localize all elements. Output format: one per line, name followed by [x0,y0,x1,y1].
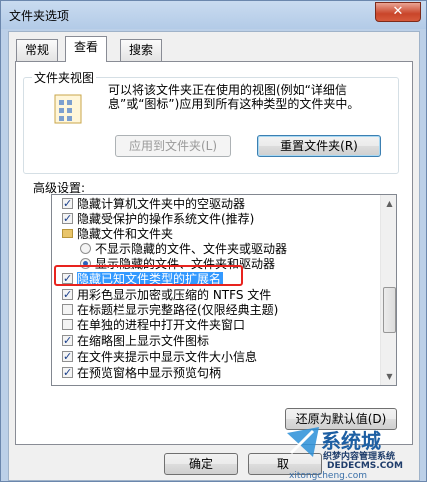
item-label: 在单独的进程中打开文件夹窗口 [77,318,246,332]
annotation-highlight-box [54,265,243,286]
vertical-scrollbar[interactable]: ▲ ▼ [380,195,396,385]
checkbox-checked-icon[interactable] [62,365,73,380]
watermark-url: xitongcheng.com [289,471,367,481]
item-label: 在标题栏显示完整路径(仅限经典主题) [77,303,279,317]
item-label: 隐藏文件和文件夹 [77,227,174,241]
item-label: 隐藏受保护的操作系统文件(推荐) [77,212,255,226]
tree-item[interactable]: 用彩色显示加密或压缩的 NTFS 文件 [62,287,272,303]
checkbox-checked-icon[interactable] [62,211,73,226]
scrollbar-thumb[interactable] [383,287,396,333]
item-label: 在预览窗格中显示预览句柄 [77,366,222,380]
folder-view-icon [54,94,82,124]
folder-view-title: 文件夹视图 [32,69,97,86]
watermark-domain: DEDECMS.COM [327,461,403,471]
checkbox-checked-icon[interactable] [62,196,73,211]
ok-button[interactable]: 确定 [164,453,238,475]
folder-icon [62,229,73,238]
item-label: 隐藏计算机文件夹中的空驱动器 [77,197,246,211]
checkbox-checked-icon[interactable] [62,333,73,348]
tree-item[interactable]: 隐藏计算机文件夹中的空驱动器 [62,196,246,212]
window-title: 文件夹选项 [9,9,70,23]
folder-view-description: 可以将该文件夹正在使用的视图(例如“详细信息”或“图标”)应用到所有这种类型的文… [108,83,360,111]
tree-item[interactable]: 在文件夹提示中显示文件大小信息 [62,349,258,365]
folder-options-window: 文件夹选项 ✕ 常规 查看 搜索 文件夹视图 可以将该文件夹正在使用的视图(例如… [0,0,427,482]
close-button[interactable]: ✕ [375,2,421,22]
item-label: 不显示隐藏的文件、文件夹或驱动器 [95,242,288,256]
tab-label: 搜索 [129,43,154,57]
checkbox-checked-icon[interactable] [62,287,73,302]
tree-item[interactable]: 在单独的进程中打开文件夹窗口 [62,318,245,333]
tab-search[interactable]: 搜索 [120,39,163,61]
tab-view[interactable]: 查看 [65,36,108,62]
title-bar[interactable]: 文件夹选项 ✕ [1,1,426,29]
scroll-down-arrow-icon[interactable]: ▼ [383,369,396,384]
radio-unselected-icon[interactable] [80,243,91,254]
watermark-logo-icon [287,427,319,457]
item-label: 在缩略图上显示文件图标 [77,334,210,348]
tab-label: 常规 [25,43,50,57]
button-label: 确定 [188,457,213,471]
scroll-up-arrow-icon[interactable]: ▲ [383,196,396,211]
button-label: 应用到文件夹(L) [128,139,218,153]
tab-label: 查看 [74,40,99,54]
checkbox-unchecked-icon[interactable] [62,304,73,315]
tree-item[interactable]: 在标题栏显示完整路径(仅限经典主题) [62,303,278,318]
tree-item[interactable]: 在缩略图上显示文件图标 [62,333,210,349]
close-icon: ✕ [392,4,404,19]
apply-to-folders-button[interactable]: 应用到文件夹(L) [115,135,231,157]
tab-general[interactable]: 常规 [16,39,59,61]
item-label: 用彩色显示加密或压缩的 NTFS 文件 [77,288,272,302]
item-label: 在文件夹提示中显示文件大小信息 [77,350,258,364]
checkbox-checked-icon[interactable] [62,349,73,364]
checkbox-unchecked-icon[interactable] [62,319,73,330]
watermark: 系统城 织梦内容管理系统 DEDECMS.COM xitongcheng.com [283,419,427,482]
tree-item[interactable]: 在预览窗格中显示预览句柄 [62,365,222,381]
tree-item[interactable]: 隐藏受保护的操作系统文件(推荐) [62,211,255,227]
button-label: 重置文件夹(R) [280,139,358,153]
advanced-settings-tree[interactable]: 隐藏计算机文件夹中的空驱动器 隐藏受保护的操作系统文件(推荐) 隐藏文件和文件夹… [51,194,397,386]
tree-item[interactable]: 不显示隐藏的文件、文件夹或驱动器 [80,242,287,257]
reset-folders-button[interactable]: 重置文件夹(R) [257,135,381,157]
tree-folder-item: 隐藏文件和文件夹 [62,227,173,242]
